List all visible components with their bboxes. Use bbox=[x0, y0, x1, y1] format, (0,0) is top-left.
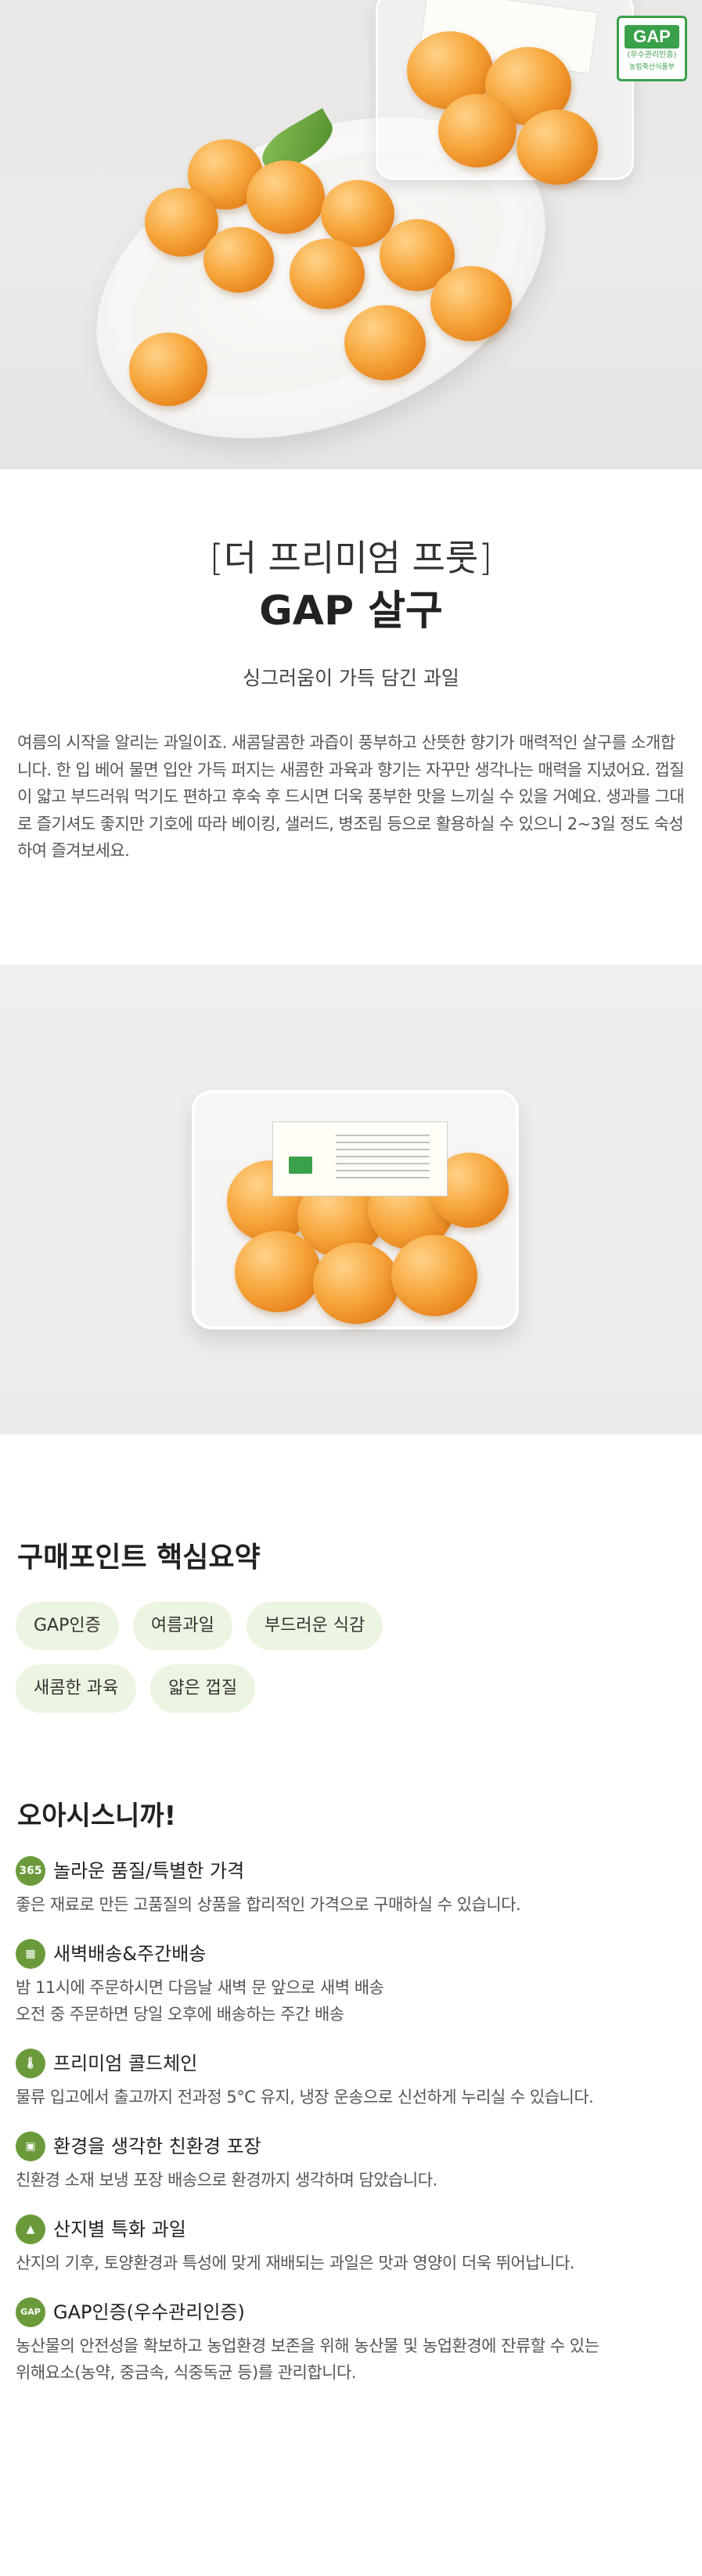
container-label bbox=[272, 1121, 448, 1196]
tag-gap-cert: GAP인증 bbox=[16, 1601, 119, 1650]
feature-head: 365 놀라운 품질/특별한 가격 bbox=[16, 1855, 702, 1887]
feature-title: GAP인증(우수관리인증) bbox=[53, 2301, 245, 2323]
feature-item: ▦ 새벽배송&주간배송 밤 11시에 주문하시면 다음날 새벽 문 앞으로 새벽… bbox=[0, 1938, 702, 2027]
apricot bbox=[129, 333, 207, 406]
mountain-icon: ▲ bbox=[16, 2214, 45, 2244]
feature-description: 물류 입고에서 출고까지 전과정 5°C 유지, 냉장 운송으로 신선하게 누리… bbox=[16, 2084, 702, 2110]
gap-label-mark bbox=[289, 1156, 312, 1174]
product-description: 여름의 시작을 알리는 과일이죠. 새콤달콤한 과즙이 풍부하고 산뜻한 향기가… bbox=[17, 733, 685, 860]
tag-tangy-flesh: 새콤한 과육 bbox=[16, 1664, 137, 1713]
feature-item: ▣ 환경을 생각한 친환경 포장 친환경 소재 보냉 포장 배송으로 환경까지 … bbox=[0, 2131, 702, 2193]
apricot bbox=[517, 110, 598, 185]
product-name: GAP 살구 bbox=[259, 588, 443, 635]
features-title: 오아시스니까! bbox=[17, 1800, 177, 1832]
apricot bbox=[313, 1242, 399, 1324]
gap-certification-logo: GAP (우수관리인증) 농림축산식품부 bbox=[617, 16, 687, 81]
feature-description-line: 오전 중 주문하면 당일 오후에 배송하는 주간 배송 bbox=[16, 2004, 344, 2024]
feature-head: 🌡 프리미엄 콜드체인 bbox=[16, 2048, 702, 2079]
feature-head: ▲ 산지별 특화 과일 bbox=[16, 2214, 702, 2245]
delivery-calendar-icon: ▦ bbox=[16, 1938, 45, 1969]
feature-title: 놀라운 품질/특별한 가격 bbox=[53, 1859, 245, 1882]
product-title-block: [더 프리미엄 프룻] GAP 살구 싱그러움이 가득 담긴 과일 bbox=[0, 470, 702, 692]
apricot bbox=[438, 94, 517, 167]
feature-head: GAP GAP인증(우수관리인증) bbox=[16, 2297, 702, 2328]
feature-title: 새벽배송&주간배송 bbox=[53, 1942, 207, 1965]
apricot bbox=[203, 227, 274, 293]
feature-head: ▣ 환경을 생각한 친환경 포장 bbox=[16, 2131, 702, 2162]
oasis-features-section: 오아시스니까! 365 놀라운 품질/특별한 가격 좋은 재료로 만든 고품질의… bbox=[0, 1727, 702, 2433]
tag-summer-fruit: 여름과일 bbox=[132, 1601, 232, 1650]
feature-description-line: 친환경 소재 보냉 포장 배송으로 환경까지 생각하며 담았습니다. bbox=[16, 2170, 437, 2189]
hero-product-photo: GAP (우수관리인증) 농림축산식품부 bbox=[0, 0, 702, 470]
eco-package-icon: ▣ bbox=[16, 2131, 45, 2161]
apricot bbox=[430, 266, 512, 341]
gap-logo-mark: GAP bbox=[625, 25, 679, 49]
feature-description-line: 위해요소(농약, 중금속, 식중독균 등)를 관리합니다. bbox=[16, 2362, 357, 2382]
feature-item: GAP GAP인증(우수관리인증) 농산물의 안전성을 확보하고 농업환경 보존… bbox=[0, 2297, 702, 2386]
gap-logo-subtitle: (우수관리인증) bbox=[627, 51, 677, 59]
feature-head: ▦ 새벽배송&주간배송 bbox=[16, 1938, 702, 1970]
apricot bbox=[344, 305, 426, 380]
apricot bbox=[247, 160, 325, 234]
feature-title: 산지별 특화 과일 bbox=[53, 2218, 186, 2240]
feature-item: ▲ 산지별 특화 과일 산지의 기후, 토양환경과 특성에 맞게 재배되는 과일… bbox=[0, 2214, 702, 2276]
feature-description-line: 산지의 기후, 토양환경과 특성에 맞게 재배되는 과일은 맛과 영양이 더욱 … bbox=[16, 2253, 574, 2272]
tag-thin-skin: 얇은 껍질 bbox=[150, 1664, 256, 1713]
product-subtitle: 싱그러움이 가득 담긴 과일 bbox=[243, 667, 459, 689]
feature-description-line: 물류 입고에서 출고까지 전과정 5°C 유지, 냉장 운송으로 신선하게 누리… bbox=[16, 2087, 594, 2106]
feature-item: 365 놀라운 품질/특별한 가격 좋은 재료로 만든 고품질의 상품을 합리적… bbox=[0, 1855, 702, 1918]
label-text-lines bbox=[336, 1134, 430, 1182]
packaged-apricot-photo bbox=[0, 964, 702, 1434]
purchase-points-section: 구매포인트 핵심요약 GAP인증 여름과일 부드러운 식감 새콤한 과육 얇은 … bbox=[0, 1434, 702, 1727]
feature-title: 프리미엄 콜드체인 bbox=[53, 2052, 198, 2074]
feature-description: 밤 11시에 주문하시면 다음날 새벽 문 앞으로 새벽 배송 오전 중 주문하… bbox=[16, 1974, 702, 2027]
apricot bbox=[391, 1234, 477, 1316]
feature-description-line: 밤 11시에 주문하시면 다음날 새벽 문 앞으로 새벽 배송 bbox=[16, 1977, 384, 1997]
thermometer-icon: 🌡 bbox=[16, 2048, 45, 2078]
feature-description: 산지의 기후, 토양환경과 특성에 맞게 재배되는 과일은 맛과 영양이 더욱 … bbox=[16, 2250, 702, 2276]
feature-description: 농산물의 안전성을 확보하고 농업환경 보존을 위해 농산물 및 농업환경에 잔… bbox=[16, 2333, 702, 2386]
feature-description: 좋은 재료로 만든 고품질의 상품을 합리적인 가격으로 구매하실 수 있습니다… bbox=[16, 1891, 702, 1918]
brand-line-title: [더 프리미엄 프룻] bbox=[209, 537, 493, 579]
price-365-icon: 365 bbox=[16, 1855, 45, 1886]
feature-title: 환경을 생각한 친환경 포장 bbox=[53, 2135, 261, 2157]
feature-description-line: 농산물의 안전성을 확보하고 농업환경 보존을 위해 농산물 및 농업환경에 잔… bbox=[16, 2336, 599, 2355]
summary-title: 구매포인트 핵심요약 bbox=[17, 1541, 261, 1574]
feature-item: 🌡 프리미엄 콜드체인 물류 입고에서 출고까지 전과정 5°C 유지, 냉장 … bbox=[0, 2048, 702, 2110]
feature-description-line: 좋은 재료로 만든 고품질의 상품을 합리적인 가격으로 구매하실 수 있습니다… bbox=[16, 1894, 521, 1914]
feature-description: 친환경 소재 보냉 포장 배송으로 환경까지 생각하며 담았습니다. bbox=[16, 2167, 702, 2193]
gap-logo-ministry: 농림축산식품부 bbox=[629, 63, 675, 71]
apricot bbox=[290, 239, 365, 309]
gap-cert-icon: GAP bbox=[16, 2297, 45, 2327]
keyword-tags: GAP인증 여름과일 부드러운 식감 새콤한 과육 얇은 껍질 bbox=[0, 1577, 438, 1727]
tag-soft-texture: 부드러운 식감 bbox=[246, 1601, 383, 1650]
apricot bbox=[235, 1230, 321, 1312]
